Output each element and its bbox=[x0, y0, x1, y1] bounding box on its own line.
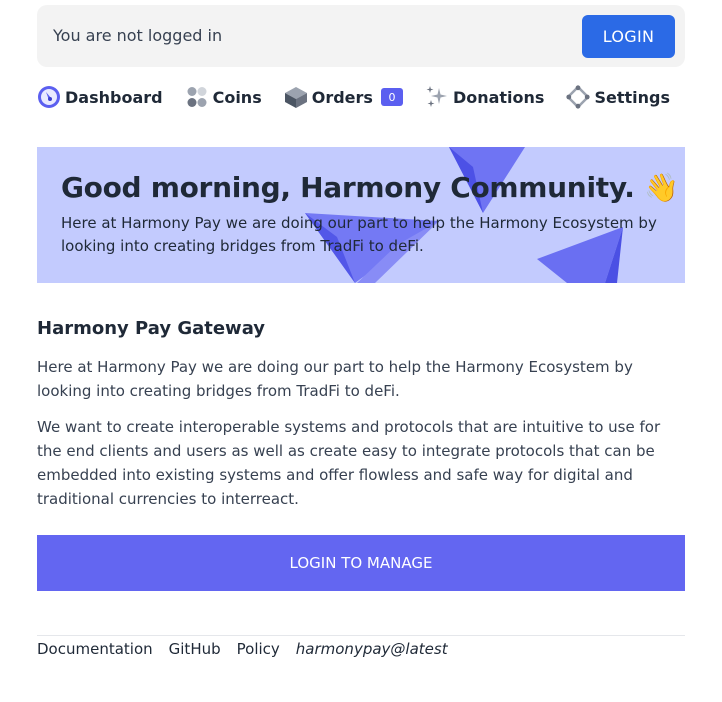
dashboard-icon bbox=[37, 85, 61, 109]
nav-item-donations[interactable]: Donations bbox=[425, 84, 545, 110]
nav-item-orders[interactable]: Orders 0 bbox=[284, 84, 403, 110]
footer: Documentation GitHub Policy harmonypay@l… bbox=[37, 638, 448, 660]
orders-count-badge: 0 bbox=[380, 88, 403, 106]
nav-label-dashboard: Dashboard bbox=[65, 87, 163, 107]
greeting-banner: Good morning, Harmony Community. 👋 Here … bbox=[37, 147, 685, 283]
version-label: harmonypay@latest bbox=[295, 640, 448, 658]
nav-label-donations: Donations bbox=[452, 87, 545, 107]
footer-link-documentation[interactable]: Documentation bbox=[37, 640, 153, 658]
login-status-text: You are not logged in bbox=[53, 26, 223, 45]
nav-item-dashboard[interactable]: Dashboard bbox=[37, 84, 163, 110]
nav-label-settings: Settings bbox=[594, 87, 670, 107]
main-nav: Dashboard Coins Orders 0 Donations Setti… bbox=[37, 84, 692, 110]
top-bar: You are not logged in LOGIN bbox=[37, 5, 685, 67]
nav-item-settings[interactable]: Settings bbox=[566, 84, 670, 110]
nav-item-coins[interactable]: Coins bbox=[185, 84, 262, 110]
coins-icon bbox=[185, 85, 209, 109]
login-to-manage-button[interactable]: LOGIN TO MANAGE bbox=[37, 535, 685, 591]
login-button[interactable]: LOGIN bbox=[582, 15, 675, 58]
footer-link-github[interactable]: GitHub bbox=[169, 640, 221, 658]
mission-paragraph: We want to create interoperable systems … bbox=[37, 418, 661, 508]
greeting-subtitle: Here at Harmony Pay we are doing our par… bbox=[61, 214, 657, 255]
footer-link-policy[interactable]: Policy bbox=[237, 640, 280, 658]
orders-icon bbox=[284, 85, 308, 109]
section-heading: Harmony Pay Gateway bbox=[37, 318, 266, 339]
nav-label-orders: Orders bbox=[311, 87, 373, 107]
footer-divider bbox=[37, 635, 685, 636]
nav-label-coins: Coins bbox=[212, 87, 262, 107]
sparkles-icon bbox=[425, 85, 449, 109]
settings-icon bbox=[566, 85, 591, 109]
intro-paragraph: Here at Harmony Pay we are doing our par… bbox=[37, 358, 633, 400]
greeting-title: Good morning, Harmony Community. 👋 bbox=[61, 171, 679, 204]
page: You are not logged in LOGIN Dashboard Co… bbox=[0, 0, 722, 702]
